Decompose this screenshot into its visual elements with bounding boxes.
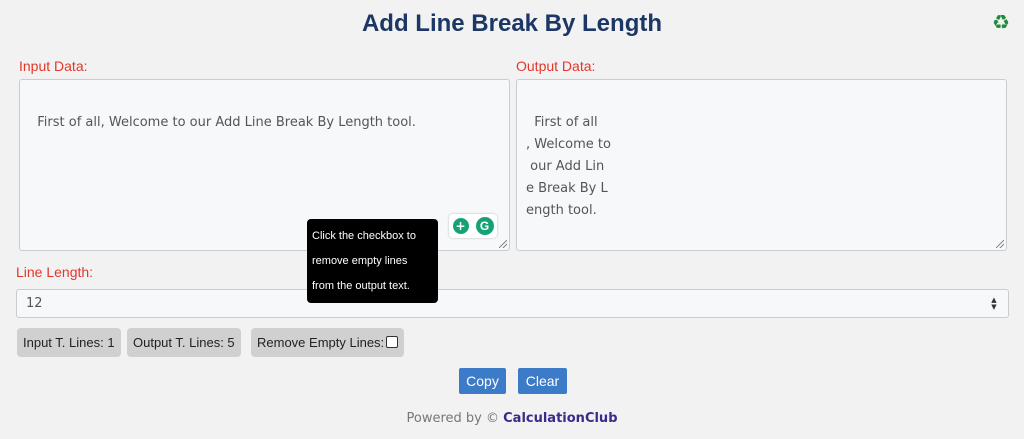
input-data-label: Input Data:	[19, 58, 88, 74]
line-length-value: 12	[26, 296, 43, 311]
number-spinner-icon[interactable]: ▲ ▼	[990, 297, 998, 311]
output-data-label: Output Data:	[516, 58, 596, 74]
remove-empty-lines-label: Remove Empty Lines:	[257, 335, 385, 350]
grammarly-icon[interactable]: G	[475, 217, 494, 235]
resize-handle-icon[interactable]	[996, 240, 1004, 248]
footer-prefix: Powered by ©	[406, 411, 499, 426]
tooltip-line: from the output text.	[312, 280, 410, 292]
tooltip-line: remove empty lines	[312, 255, 408, 267]
tooltip-line: Click the checkbox to	[312, 230, 416, 242]
recycle-icon[interactable]: ♻	[992, 10, 1010, 34]
input-text: First of all, Welcome to our Add Line Br…	[37, 115, 416, 130]
remove-empty-lines-control[interactable]: Remove Empty Lines:	[251, 328, 405, 357]
grammar-widget[interactable]: + G	[449, 214, 497, 238]
output-lines-count: Output T. Lines: 5	[127, 328, 241, 357]
remove-empty-lines-checkbox[interactable]	[386, 336, 399, 348]
page-title: Add Line Break By Length	[361, 10, 663, 37]
copy-button[interactable]: Copy	[459, 368, 506, 394]
footer-brand-link[interactable]: CalculationClub	[503, 411, 617, 426]
line-length-label: Line Length:	[16, 264, 94, 280]
footer: Powered by © CalculationClub	[0, 411, 1024, 426]
output-text: First of all , Welcome to our Add Lin e …	[526, 115, 611, 218]
remove-empty-lines-tooltip: Click the checkbox to remove empty lines…	[307, 219, 438, 303]
lightbulb-icon[interactable]: +	[452, 218, 469, 234]
resize-handle-icon[interactable]	[499, 240, 507, 248]
input-lines-count: Input T. Lines: 1	[17, 328, 121, 357]
clear-button[interactable]: Clear	[518, 368, 567, 394]
output-textarea[interactable]: First of all , Welcome to our Add Lin e …	[516, 79, 1007, 251]
line-length-input[interactable]: 12 ▲ ▼	[16, 289, 1009, 318]
